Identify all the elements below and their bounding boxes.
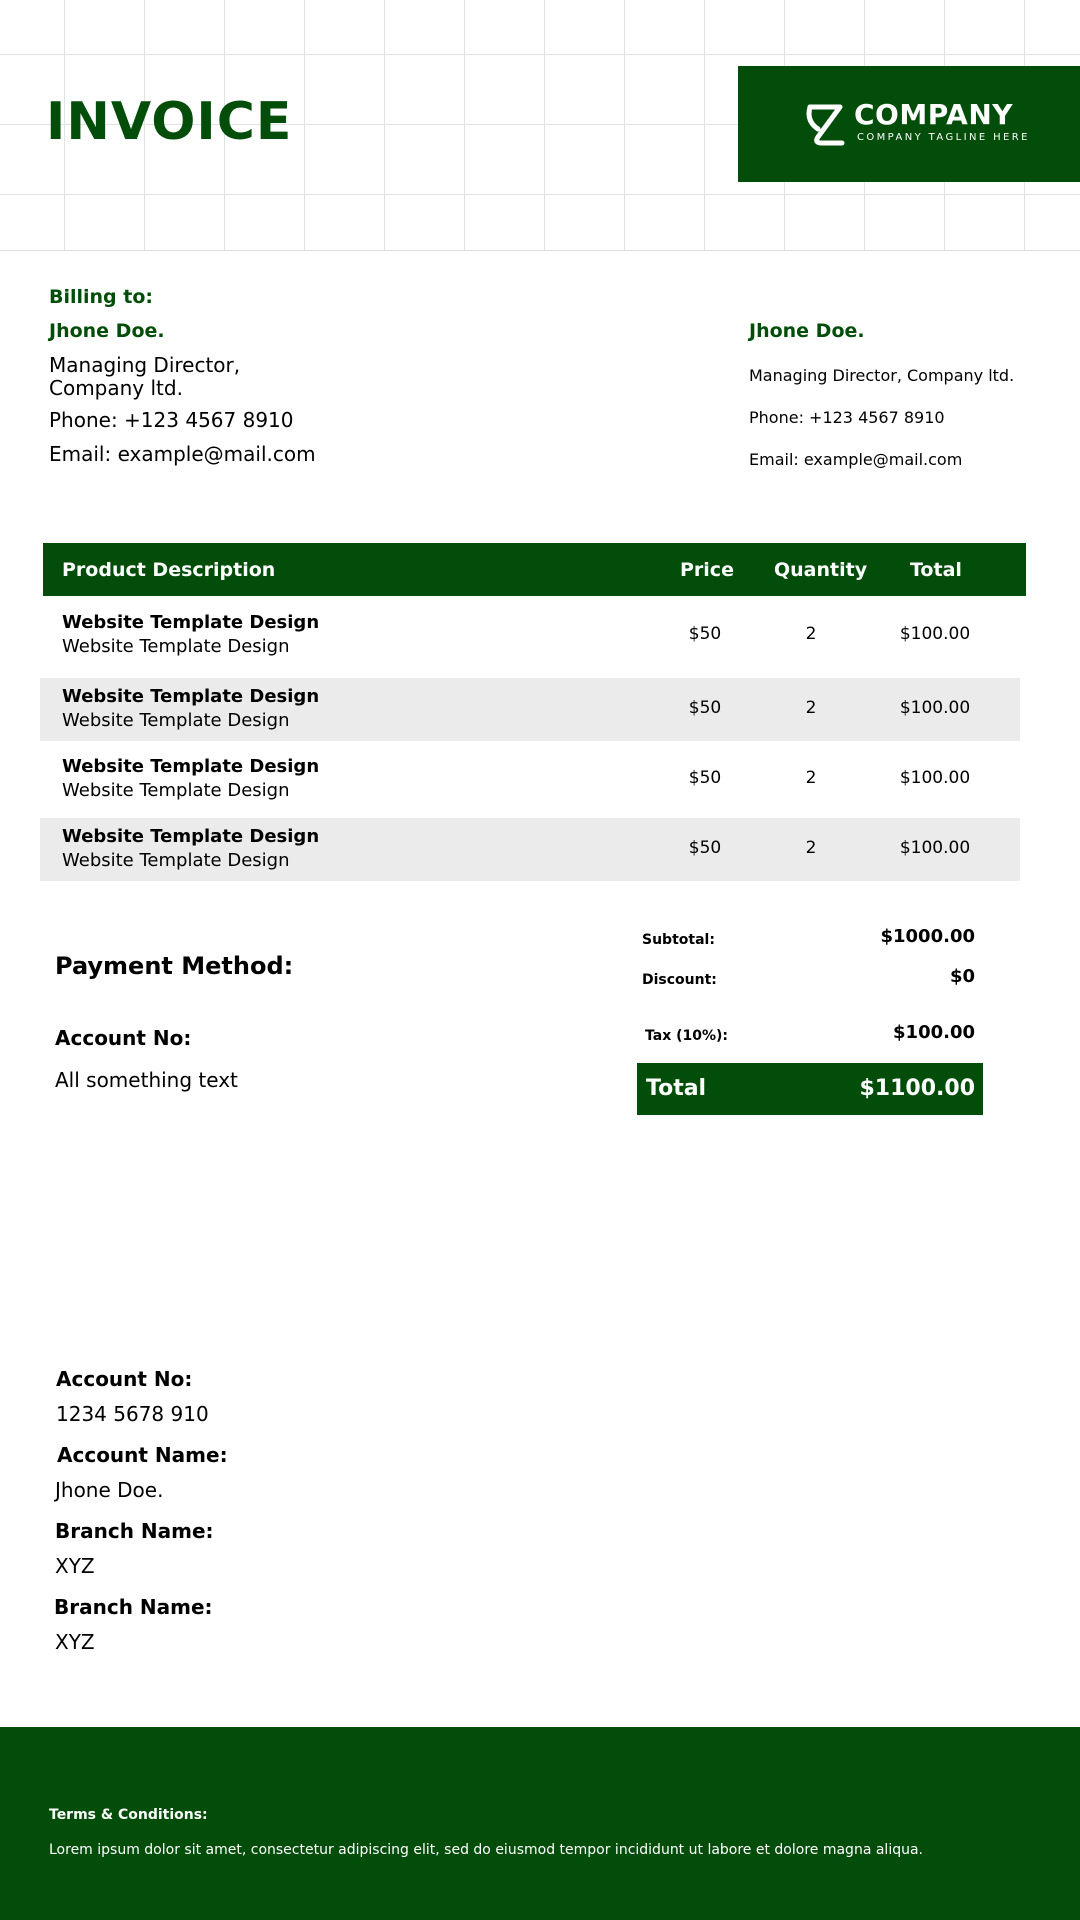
grand-total-label: Total	[646, 1076, 707, 1101]
row-title: Website Template Design	[62, 612, 320, 633]
footer: Terms & Conditions: Lorem ipsum dolor si…	[0, 1727, 1080, 1920]
row-subtitle: Website Template Design	[62, 850, 290, 871]
grand-total-bar: Total $1100.00	[637, 1063, 983, 1115]
payment-account-label: Account No:	[55, 1026, 192, 1050]
branch-name-label: Branch Name:	[55, 1519, 214, 1543]
row-subtitle: Website Template Design	[62, 636, 290, 657]
row-subtitle: Website Template Design	[62, 780, 290, 801]
account-no-label: Account No:	[56, 1367, 193, 1391]
row-subtitle: Website Template Design	[62, 710, 290, 731]
account-no-value: 1234 5678 910	[56, 1402, 209, 1426]
branch-name-value: XYZ	[55, 1630, 95, 1654]
table-row: Website Template Design Website Template…	[40, 604, 1020, 667]
row-quantity: 2	[805, 838, 817, 858]
row-price: $50	[688, 698, 722, 718]
billing-role-line1: Managing Director,	[49, 353, 241, 377]
row-price: $50	[688, 624, 722, 644]
grand-total-value: $1100.00	[859, 1076, 975, 1101]
billing-role: Managing Director, Company ltd.	[49, 354, 289, 400]
payment-account-text: All something text	[55, 1068, 238, 1092]
sender-email: Email: example@mail.com	[749, 450, 963, 469]
row-price: $50	[688, 768, 722, 788]
row-total: $100.00	[899, 698, 971, 718]
tax-value: $100.00	[893, 1022, 975, 1043]
billing-label: Billing to:	[49, 286, 154, 308]
account-name-label: Account Name:	[57, 1443, 228, 1467]
billing-email: Email: example@mail.com	[49, 442, 316, 466]
discount-label: Discount:	[642, 972, 717, 988]
company-tagline: COMPANY TAGLINE HERE	[857, 132, 1030, 143]
branch-name-value: XYZ	[55, 1554, 95, 1578]
header-price: Price	[680, 559, 734, 581]
row-quantity: 2	[805, 768, 817, 788]
company-logo-icon	[806, 104, 845, 146]
discount-value: $0	[949, 966, 975, 987]
header-quantity: Quantity	[774, 559, 868, 581]
table-row: Website Template Design Website Template…	[40, 818, 1020, 881]
payment-method-title: Payment Method:	[55, 952, 294, 980]
billing-name: Jhone Doe.	[49, 320, 165, 342]
row-total: $100.00	[899, 768, 971, 788]
terms-title: Terms & Conditions:	[49, 1807, 208, 1823]
account-name-value: Jhone Doe.	[55, 1478, 164, 1502]
billing-role-line2: Company ltd.	[49, 376, 183, 400]
company-name: COMPANY	[854, 98, 1014, 131]
table-header: Product Description Price Quantity Total	[43, 543, 1026, 596]
subtotal-label: Subtotal:	[642, 932, 715, 948]
row-quantity: 2	[805, 698, 817, 718]
table-row: Website Template Design Website Template…	[40, 678, 1020, 741]
invoice-title: INVOICE	[46, 92, 293, 152]
row-total: $100.00	[899, 838, 971, 858]
row-price: $50	[688, 838, 722, 858]
header-description: Product Description	[62, 559, 276, 581]
terms-text: Lorem ipsum dolor sit amet, consectetur …	[49, 1842, 923, 1858]
row-quantity: 2	[805, 624, 817, 644]
header-total: Total	[910, 559, 962, 581]
billing-phone: Phone: +123 4567 8910	[49, 408, 294, 432]
branch-name-label: Branch Name:	[54, 1595, 213, 1619]
subtotal-value: $1000.00	[880, 926, 975, 947]
table-row: Website Template Design Website Template…	[40, 748, 1020, 811]
sender-phone: Phone: +123 4567 8910	[749, 408, 945, 427]
row-total: $100.00	[899, 624, 971, 644]
row-title: Website Template Design	[62, 686, 320, 707]
sender-name: Jhone Doe.	[749, 320, 865, 342]
row-title: Website Template Design	[62, 826, 320, 847]
company-brand-box: COMPANY COMPANY TAGLINE HERE	[738, 66, 1080, 182]
row-title: Website Template Design	[62, 756, 320, 777]
sender-role: Managing Director, Company ltd.	[749, 366, 1015, 385]
tax-label: Tax (10%):	[645, 1028, 729, 1044]
